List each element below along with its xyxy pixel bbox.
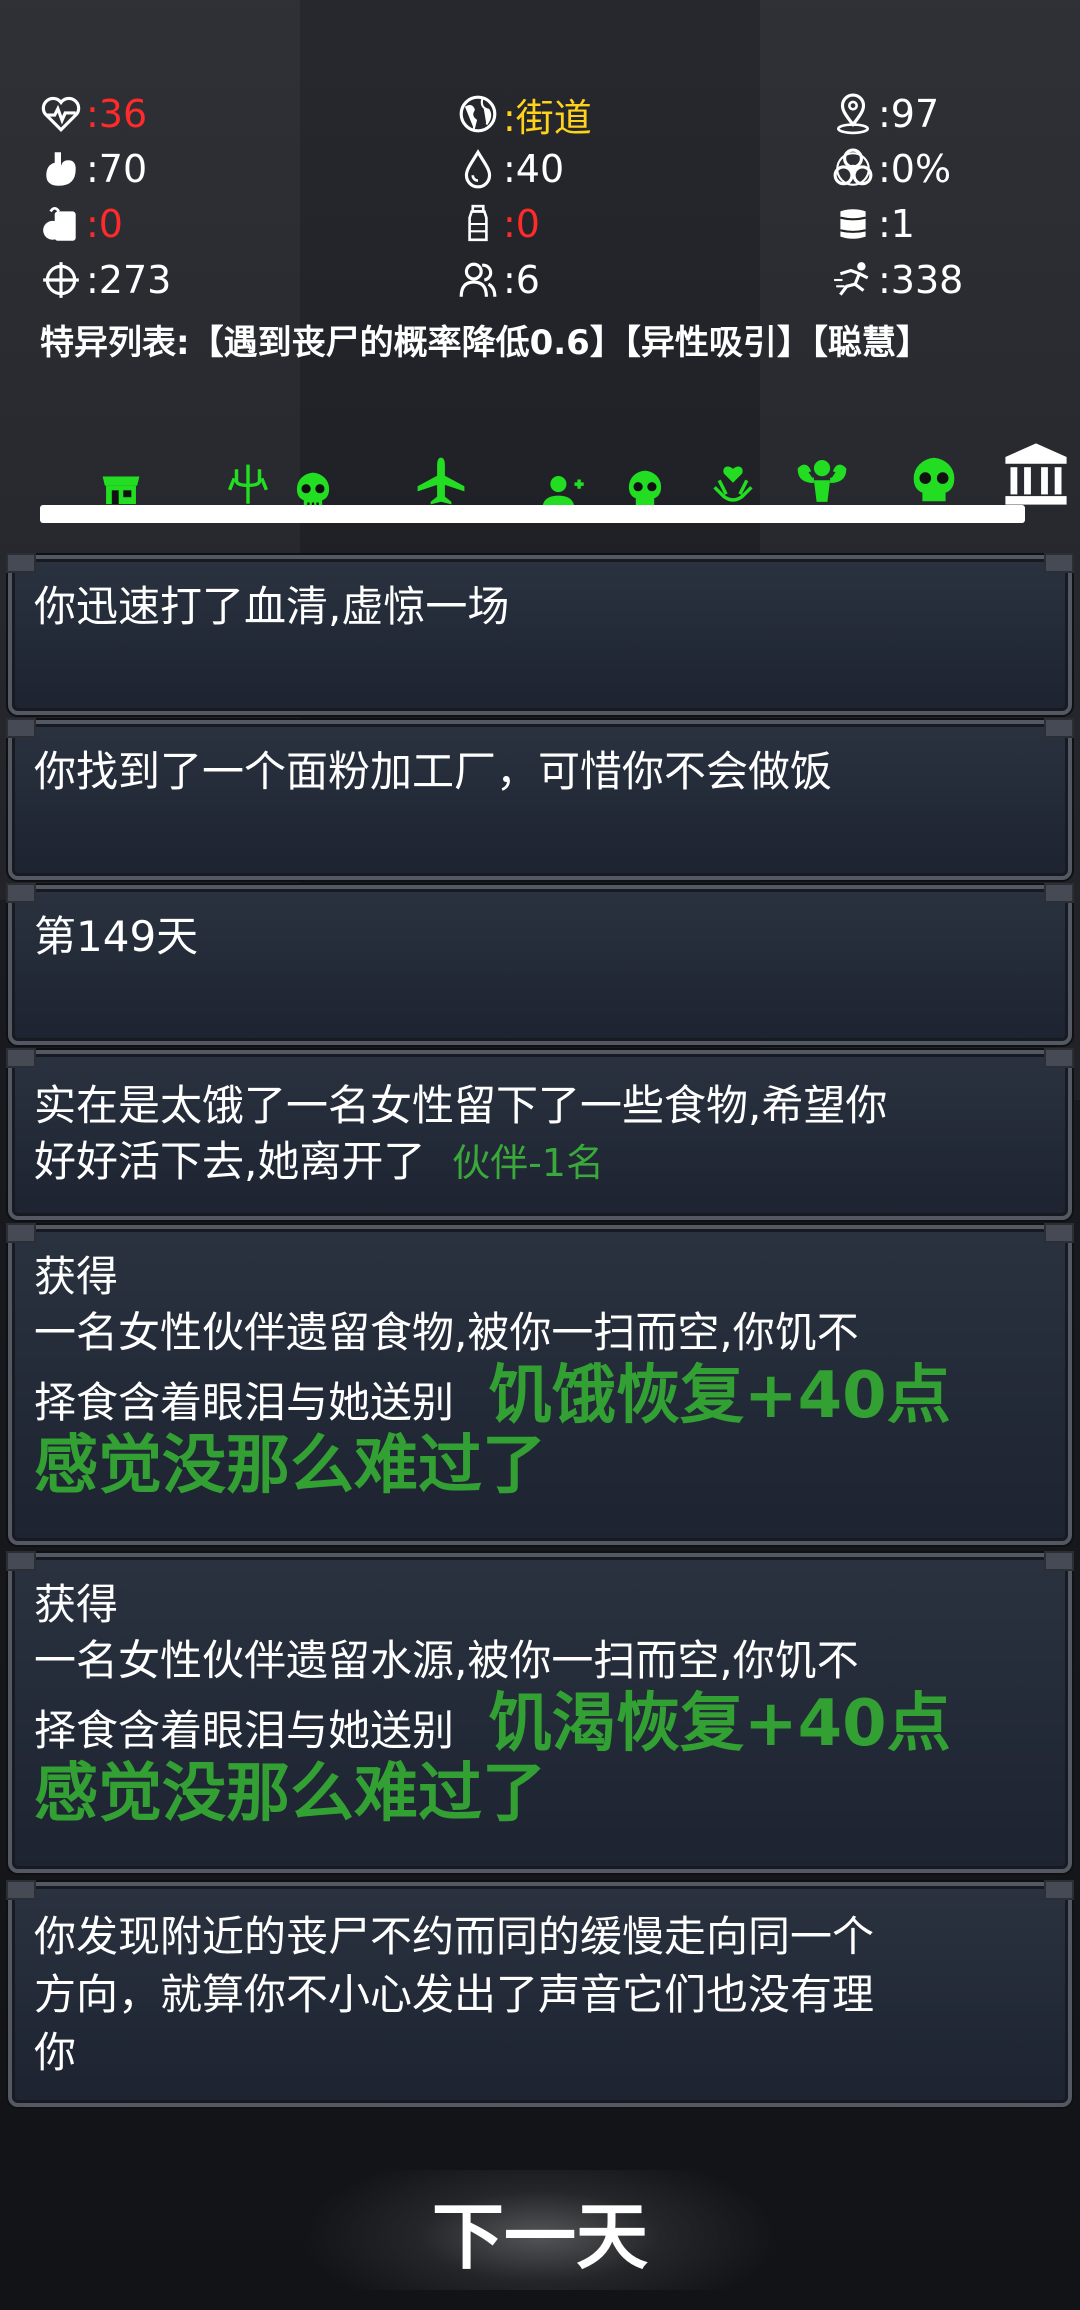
event-text: 一名女性伙伴遗留食物,被你一扫而空,你饥不 [34, 1308, 859, 1357]
stamina-value: :338 [878, 258, 964, 302]
event-text: 择食含着眼泪与她送别 [34, 1706, 455, 1755]
event-card: 实在是太饿了一名女性留下了一些食物,希望你 好好活下去,她离开了 伙伴-1名 [6, 1048, 1074, 1220]
stamina-stat: :338 [830, 254, 963, 306]
airplane-icon[interactable] [415, 455, 467, 507]
companion-change: 伙伴-1名 [452, 1141, 604, 1185]
location-value: :街道 [503, 95, 592, 140]
ammo-stat: :273 [38, 254, 171, 306]
running-man-icon [830, 257, 876, 303]
trident-icon[interactable] [225, 460, 271, 506]
barrel-value: :1 [878, 202, 915, 246]
health-value: :36 [86, 92, 148, 136]
infection-stat: :0% [830, 143, 951, 195]
stomach-icon [38, 146, 84, 192]
water-drop-icon [455, 146, 501, 192]
barrel-stat: :1 [830, 198, 915, 250]
event-text: 好好活下去,她离开了 [34, 1137, 426, 1186]
ammo-value: :273 [86, 258, 172, 302]
thirst-stat: :40 [455, 143, 564, 195]
event-heading: 获得 [34, 1580, 119, 1629]
event-text: 方向，就算你不小心发出了声音它们也没有理 [34, 1970, 875, 2019]
stats-panel: :36 :街道 :97 :70 :40 :0% :0:0:1:273:6… [0, 0, 1080, 500]
hunger-stat: :70 [38, 143, 147, 195]
food-stat: :0 [38, 198, 123, 250]
location-pin-icon [830, 91, 876, 137]
next-day-button[interactable]: 下一天 [0, 2170, 1080, 2290]
event-card: 你找到了一个面粉加工厂，可惜你不会做饭 [6, 718, 1074, 880]
water-bottle-icon [455, 201, 501, 247]
event-heading: 获得 [34, 1252, 119, 1301]
companions-stat: :6 [455, 254, 540, 306]
event-text: 你找到了一个面粉加工厂，可惜你不会做饭 [34, 747, 833, 796]
event-card: 获得 一名女性伙伴遗留食物,被你一扫而空,你饥不 择食含着眼泪与她送别 饥饿恢复+… [6, 1223, 1074, 1545]
day-label: 第149天 [34, 912, 199, 961]
heartbeat-icon [38, 91, 84, 137]
event-card: 获得 一名女性伙伴遗留水源,被你一扫而空,你饥不 择食含着眼泪与她送别 饥渴恢复+… [6, 1551, 1074, 1873]
health-stat: :36 [38, 88, 147, 140]
day-progress-bar [40, 505, 1025, 523]
water-stat: :0 [455, 198, 540, 250]
barrel-icon [830, 201, 876, 247]
food-value: :0 [86, 202, 123, 246]
event-card: 你迅速打了血清,虚惊一场 [6, 553, 1074, 715]
water-value: :0 [503, 202, 540, 246]
distance-stat: :97 [830, 88, 939, 140]
group-icon [455, 257, 501, 303]
food-can-icon [38, 201, 84, 247]
event-text: 你发现附近的丧尸不约而同的缓慢走向同一个 [34, 1912, 875, 1961]
event-text: 你迅速打了血清,虚惊一场 [34, 582, 510, 631]
event-text: 实在是太饿了一名女性留下了一些食物,希望你 [34, 1081, 888, 1130]
hunger-bonus: 饥饿恢复+40点 [488, 1359, 951, 1433]
event-card: 第149天 [6, 883, 1074, 1045]
biohazard-icon [830, 146, 876, 192]
distance-value: :97 [878, 92, 940, 136]
crosshair-icon [38, 257, 84, 303]
event-text: 你 [34, 2028, 77, 2077]
hunger-value: :70 [86, 147, 148, 191]
location-stat: :街道 [455, 88, 592, 140]
mood-text: 感觉没那么难过了 [34, 1757, 546, 1831]
traits-list: 特异列表:【遇到丧尸的概率降低0.6】【异性吸引】【聪慧】 [40, 323, 930, 363]
event-text: 择食含着眼泪与她送别 [34, 1378, 455, 1427]
thirst-value: :40 [503, 147, 565, 191]
infection-value: :0% [878, 147, 952, 191]
bank-icon[interactable] [1002, 440, 1070, 508]
mood-text: 感觉没那么难过了 [34, 1429, 546, 1503]
muscle-icon[interactable] [795, 456, 849, 510]
skull-icon[interactable] [905, 452, 963, 510]
globe-icon [455, 91, 501, 137]
companions-value: :6 [503, 258, 540, 302]
thirst-bonus: 饥渴恢复+40点 [488, 1687, 951, 1761]
event-text: 一名女性伙伴遗留水源,被你一扫而空,你饥不 [34, 1636, 859, 1685]
healing-hand-icon[interactable] [710, 462, 756, 508]
event-card: 你发现附近的丧尸不约而同的缓慢走向同一个 方向，就算你不小心发出了声音它们也没有… [6, 1880, 1074, 2107]
